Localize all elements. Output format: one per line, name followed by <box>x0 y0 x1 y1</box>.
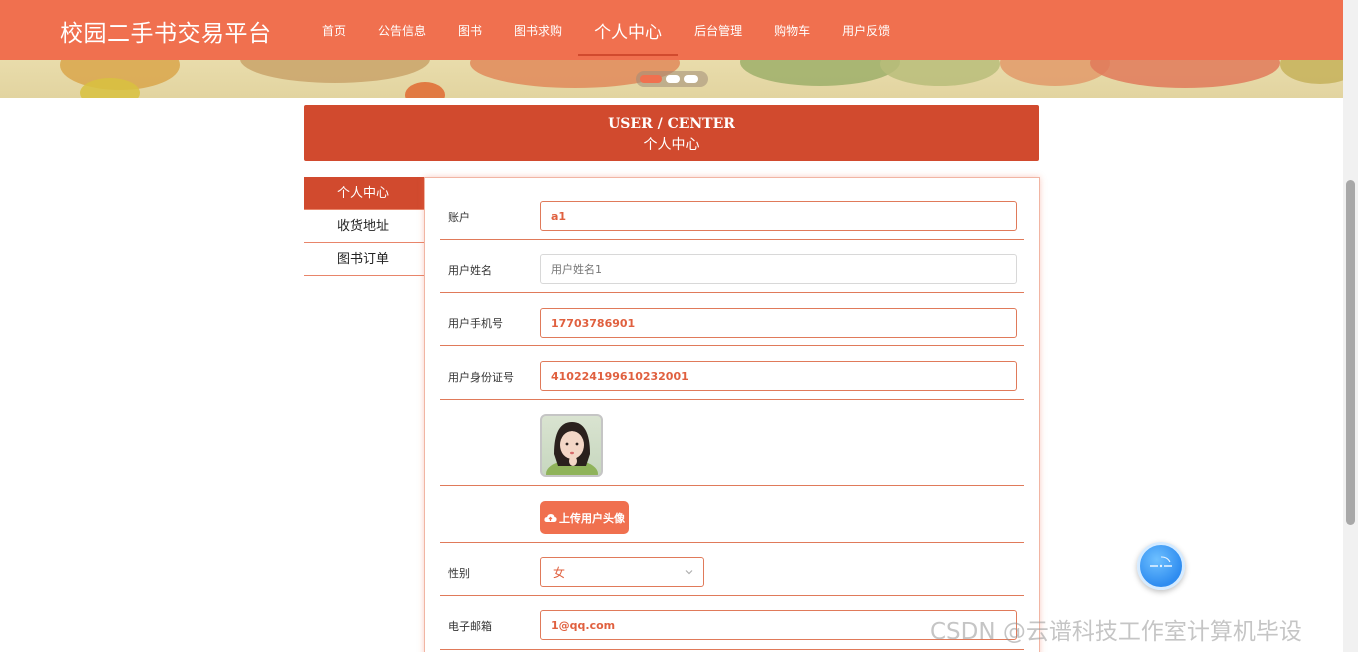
form-row-avatar <box>440 400 1024 486</box>
section-title-cn: 个人中心 <box>643 137 700 153</box>
idcard-input[interactable] <box>540 361 1017 391</box>
site-title[interactable]: 校园二手书交易平台 <box>60 14 272 48</box>
nav-cart[interactable]: 购物车 <box>758 0 826 60</box>
nav-announcements[interactable]: 公告信息 <box>362 0 442 60</box>
account-input[interactable] <box>540 201 1017 231</box>
name-label: 用户姓名 <box>448 264 492 277</box>
gender-label: 性别 <box>448 567 470 580</box>
avatar <box>540 414 603 477</box>
gender-select[interactable]: 女 <box>540 557 704 587</box>
nav-books[interactable]: 图书 <box>442 0 498 60</box>
form-row-gender: 性别 女 <box>440 543 1024 596</box>
gender-select-value: 女 <box>553 565 566 580</box>
form-row-phone: 用户手机号 <box>440 293 1024 346</box>
banner-tree <box>740 60 900 86</box>
phone-input[interactable] <box>540 308 1017 338</box>
nav-home[interactable]: 首页 <box>306 0 362 60</box>
cloud-upload-icon <box>544 513 557 522</box>
phone-label: 用户手机号 <box>448 317 503 330</box>
side-item-user-center[interactable]: 个人中心 <box>304 177 424 210</box>
carousel-dot[interactable] <box>684 75 698 83</box>
assistant-icon <box>1150 556 1172 568</box>
banner-tree <box>1090 60 1280 88</box>
nav-user-center[interactable]: 个人中心 <box>578 0 679 60</box>
email-label: 电子邮箱 <box>448 620 492 633</box>
side-menu: 个人中心 收货地址 图书订单 <box>304 177 424 276</box>
page-scrollbar[interactable] <box>1343 0 1358 652</box>
form-row-upload: 上传用户头像 <box>440 486 1024 543</box>
form-row-name: 用户姓名 <box>440 240 1024 293</box>
watermark-text: CSDN @云谱科技工作室计算机毕设 <box>930 619 1302 645</box>
idcard-label: 用户身份证号 <box>448 371 514 384</box>
carousel-dot[interactable] <box>666 75 680 83</box>
carousel-dots <box>636 71 708 87</box>
nav-admin[interactable]: 后台管理 <box>678 0 758 60</box>
banner-tree <box>1280 60 1343 84</box>
floating-assistant-button[interactable] <box>1137 542 1185 590</box>
name-input[interactable] <box>540 254 1017 284</box>
nav-feedback[interactable]: 用户反馈 <box>826 0 906 60</box>
profile-form-panel: 账户 用户姓名 用户手机号 用户身份证号 <box>424 177 1040 652</box>
upload-avatar-button[interactable]: 上传用户头像 <box>540 501 629 534</box>
top-navbar: 校园二手书交易平台 首页 公告信息 图书 图书求购 个人中心 后台管理 购物车 … <box>0 0 1343 60</box>
banner-tree <box>405 82 445 98</box>
nav-book-requests[interactable]: 图书求购 <box>498 0 578 60</box>
section-title-en: USER / CENTER <box>608 116 735 132</box>
section-header: USER / CENTER 个人中心 <box>304 105 1039 161</box>
form-row-idcard: 用户身份证号 <box>440 346 1024 400</box>
scrollbar-thumb[interactable] <box>1346 180 1355 525</box>
chevron-down-icon <box>685 570 693 575</box>
side-item-address[interactable]: 收货地址 <box>304 210 424 243</box>
main-nav: 首页 公告信息 图书 图书求购 个人中心 后台管理 购物车 用户反馈 <box>306 0 906 60</box>
avatar-portrait <box>546 422 598 475</box>
banner-tree <box>880 60 1000 86</box>
account-label: 账户 <box>448 211 470 224</box>
form-row-account: 账户 <box>440 188 1024 240</box>
banner-carousel <box>0 60 1343 98</box>
upload-avatar-label: 上传用户头像 <box>559 512 625 525</box>
side-item-orders[interactable]: 图书订单 <box>304 243 424 276</box>
carousel-dot[interactable] <box>640 75 662 83</box>
banner-tree <box>240 60 430 83</box>
